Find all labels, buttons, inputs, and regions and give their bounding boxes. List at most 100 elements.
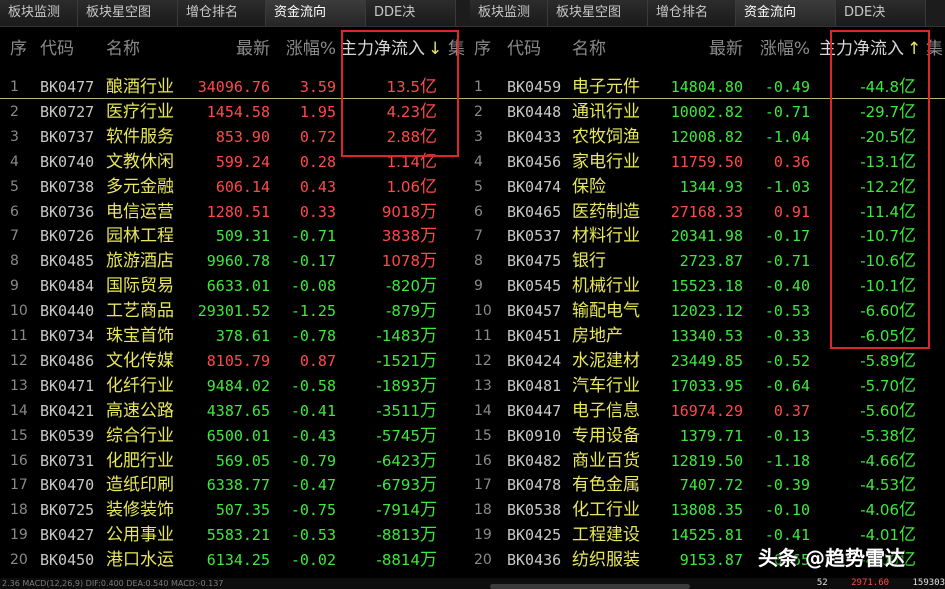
tab-left-3[interactable]: 资金流向 [266,0,366,26]
header-price-left[interactable]: 最新 [170,30,270,68]
sector-code: BK0482 [507,451,562,470]
panel-right: 板块监测 板块星空图 增仓排名 资金流向 DDE决 序代码 名称 最新 涨幅% 主力净流入 ↑ 集 … [470,0,945,589]
sector-code: BK0465 [507,202,562,221]
inflow-value: -6793 [376,476,420,495]
inflow-value: 3838 [381,227,420,246]
table-row[interactable]: 20 BK0450 港口水运 6134.25 -0.02 -8814万 [0,548,470,573]
table-row[interactable]: 8 BK0485 旅游酒店 9960.78 -0.17 1078万 [0,249,470,274]
table-row[interactable]: 16 BK0482 商业百货 12819.50 -1.18 -4.66亿 [470,449,945,474]
table-row[interactable]: 6 BK0736 电信运营 1280.51 0.33 9018万 [0,200,470,225]
main-net-inflow: -5745万 [342,424,437,449]
row-index: 6 [474,203,483,220]
table-row[interactable]: 12 BK0486 文化传媒 8105.79 0.87 -1521万 [0,349,470,374]
sector-name: 通讯行业 [572,101,640,122]
horizontal-scrollbar[interactable] [490,584,690,589]
main-net-inflow: -1483万 [342,324,437,349]
sector-name: 医药制造 [572,201,640,222]
table-row[interactable]: 7 BK0726 园林工程 509.31 -0.71 3838万 [0,224,470,249]
tab-left-0[interactable]: 板块监测 [0,0,78,26]
main-net-inflow: -820万 [342,274,437,299]
sector-name: 银行 [572,251,606,272]
header-code-left[interactable]: 代码 [40,30,74,68]
row-index: 2 [474,103,483,120]
sector-name: 珠宝首饰 [106,326,174,346]
table-row[interactable]: 17 BK0470 造纸印刷 6338.77 -0.47 -6793万 [0,473,470,498]
header-idx-left[interactable]: 序 [10,30,27,68]
row-index: 19 [474,527,492,544]
row-index: 6 [10,203,19,220]
tab-right-1[interactable]: 板块星空图 [548,0,648,26]
status-index: 2971.60 [851,578,890,588]
main-net-inflow: -5.38亿 [821,424,916,449]
table-row[interactable]: 13 BK0481 汽车行业 17033.95 -0.64 -5.70亿 [470,374,945,399]
latest-price: 6338.77 [206,476,270,495]
sector-name: 化纤行业 [106,375,174,396]
table-row[interactable]: 17 BK0478 有色金属 7407.72 -0.39 -4.53亿 [470,473,945,498]
header-price-right[interactable]: 最新 [643,30,743,68]
inflow-value: -879 [385,302,420,321]
tab-right-4[interactable]: DDE决 [836,0,926,26]
row-index: 15 [10,427,28,444]
row-index: 12 [474,352,492,369]
row-index: 3 [474,128,483,145]
sector-name: 家电行业 [572,151,640,172]
row-index: 14 [474,402,492,419]
sector-name: 工艺商品 [106,301,174,322]
header-name-right[interactable]: 名称 [572,30,606,68]
sector-name: 输配电气 [572,301,640,322]
table-row[interactable]: 18 BK0725 装修装饰 507.35 -0.75 -7914万 [0,498,470,523]
header-idx-right[interactable]: 序 [474,30,491,68]
table-row[interactable]: 14 BK0421 高速公路 4387.65 -0.41 -3511万 [0,399,470,424]
main-net-inflow: -4.66亿 [821,449,916,474]
table-row[interactable]: 12 BK0424 水泥建材 23449.85 -0.52 -5.89亿 [470,349,945,374]
change-percent: -0.33 [764,327,810,345]
main-net-inflow: 1078万 [342,249,437,274]
latest-price: 10002.82 [670,102,743,121]
sector-code: BK0456 [507,152,562,171]
latest-price: 509.31 [215,227,270,246]
table-row[interactable]: 15 BK0539 综合行业 6500.01 -0.43 -5745万 [0,424,470,449]
sector-name: 化肥行业 [106,450,174,471]
tab-right-3[interactable]: 资金流向 [736,0,836,26]
tab-right-2[interactable]: 增仓排名 [648,0,736,26]
inflow-value: -4.66 [860,451,899,470]
table-row[interactable]: 16 BK0731 化肥行业 569.05 -0.79 -6423万 [0,449,470,474]
sector-name: 软件服务 [106,126,174,147]
tab-left-1[interactable]: 板块星空图 [78,0,178,26]
sector-code: BK0738 [40,177,95,196]
inflow-value: -8813 [376,526,420,545]
inflow-unit: 万 [420,301,437,322]
row-index: 17 [474,477,492,494]
inflow-unit: 万 [420,375,437,396]
sector-code: BK0448 [507,102,562,121]
header-code-right[interactable]: 代码 [507,30,541,68]
sector-name: 商业百货 [572,450,640,471]
table-row[interactable]: 11 BK0734 珠宝首饰 378.61 -0.78 -1483万 [0,324,470,349]
header-name-left[interactable]: 名称 [106,30,140,68]
table-row[interactable]: 5 BK0738 多元金融 606.14 0.43 1.06亿 [0,175,470,200]
table-row[interactable]: 9 BK0484 国际贸易 6633.01 -0.08 -820万 [0,274,470,299]
panel-left: 板块监测 板块星空图 增仓排名 资金流向 DDE决 序代码 名称 最新 涨幅% 主力净流入 ↓ 集 … [0,0,470,589]
table-row[interactable]: 13 BK0471 化纤行业 9484.02 -0.58 -1893万 [0,374,470,399]
table-row[interactable]: 15 BK0910 专用设备 1379.71 -0.13 -5.38亿 [470,424,945,449]
sector-code: BK0478 [507,476,562,495]
table-row[interactable]: 18 BK0538 化工行业 13808.35 -0.10 -4.06亿 [470,498,945,523]
sector-code: BK0440 [40,302,95,321]
main-net-inflow: -879万 [342,299,437,324]
row-index: 17 [10,477,28,494]
change-percent: -1.03 [764,177,810,196]
table-row[interactable]: 14 BK0447 电子信息 16974.29 0.37 -5.60亿 [470,399,945,424]
change-percent: -0.53 [764,302,810,321]
table-row[interactable]: 10 BK0440 工艺商品 29301.52 -1.25 -879万 [0,299,470,324]
change-percent: 0.43 [299,177,336,196]
tab-right-0[interactable]: 板块监测 [470,0,548,26]
tab-left-4[interactable]: DDE决 [366,0,456,26]
latest-price: 16974.29 [670,401,743,420]
inflow-unit: 亿 [420,176,437,197]
main-net-inflow: -5.89亿 [821,349,916,374]
tab-left-2[interactable]: 增仓排名 [178,0,266,26]
row-index: 11 [474,328,492,344]
table-row[interactable]: 19 BK0427 公用事业 5583.21 -0.53 -8813万 [0,523,470,548]
header-change-right[interactable]: 涨幅% [750,30,810,68]
main-net-inflow: 1.06亿 [342,175,437,200]
